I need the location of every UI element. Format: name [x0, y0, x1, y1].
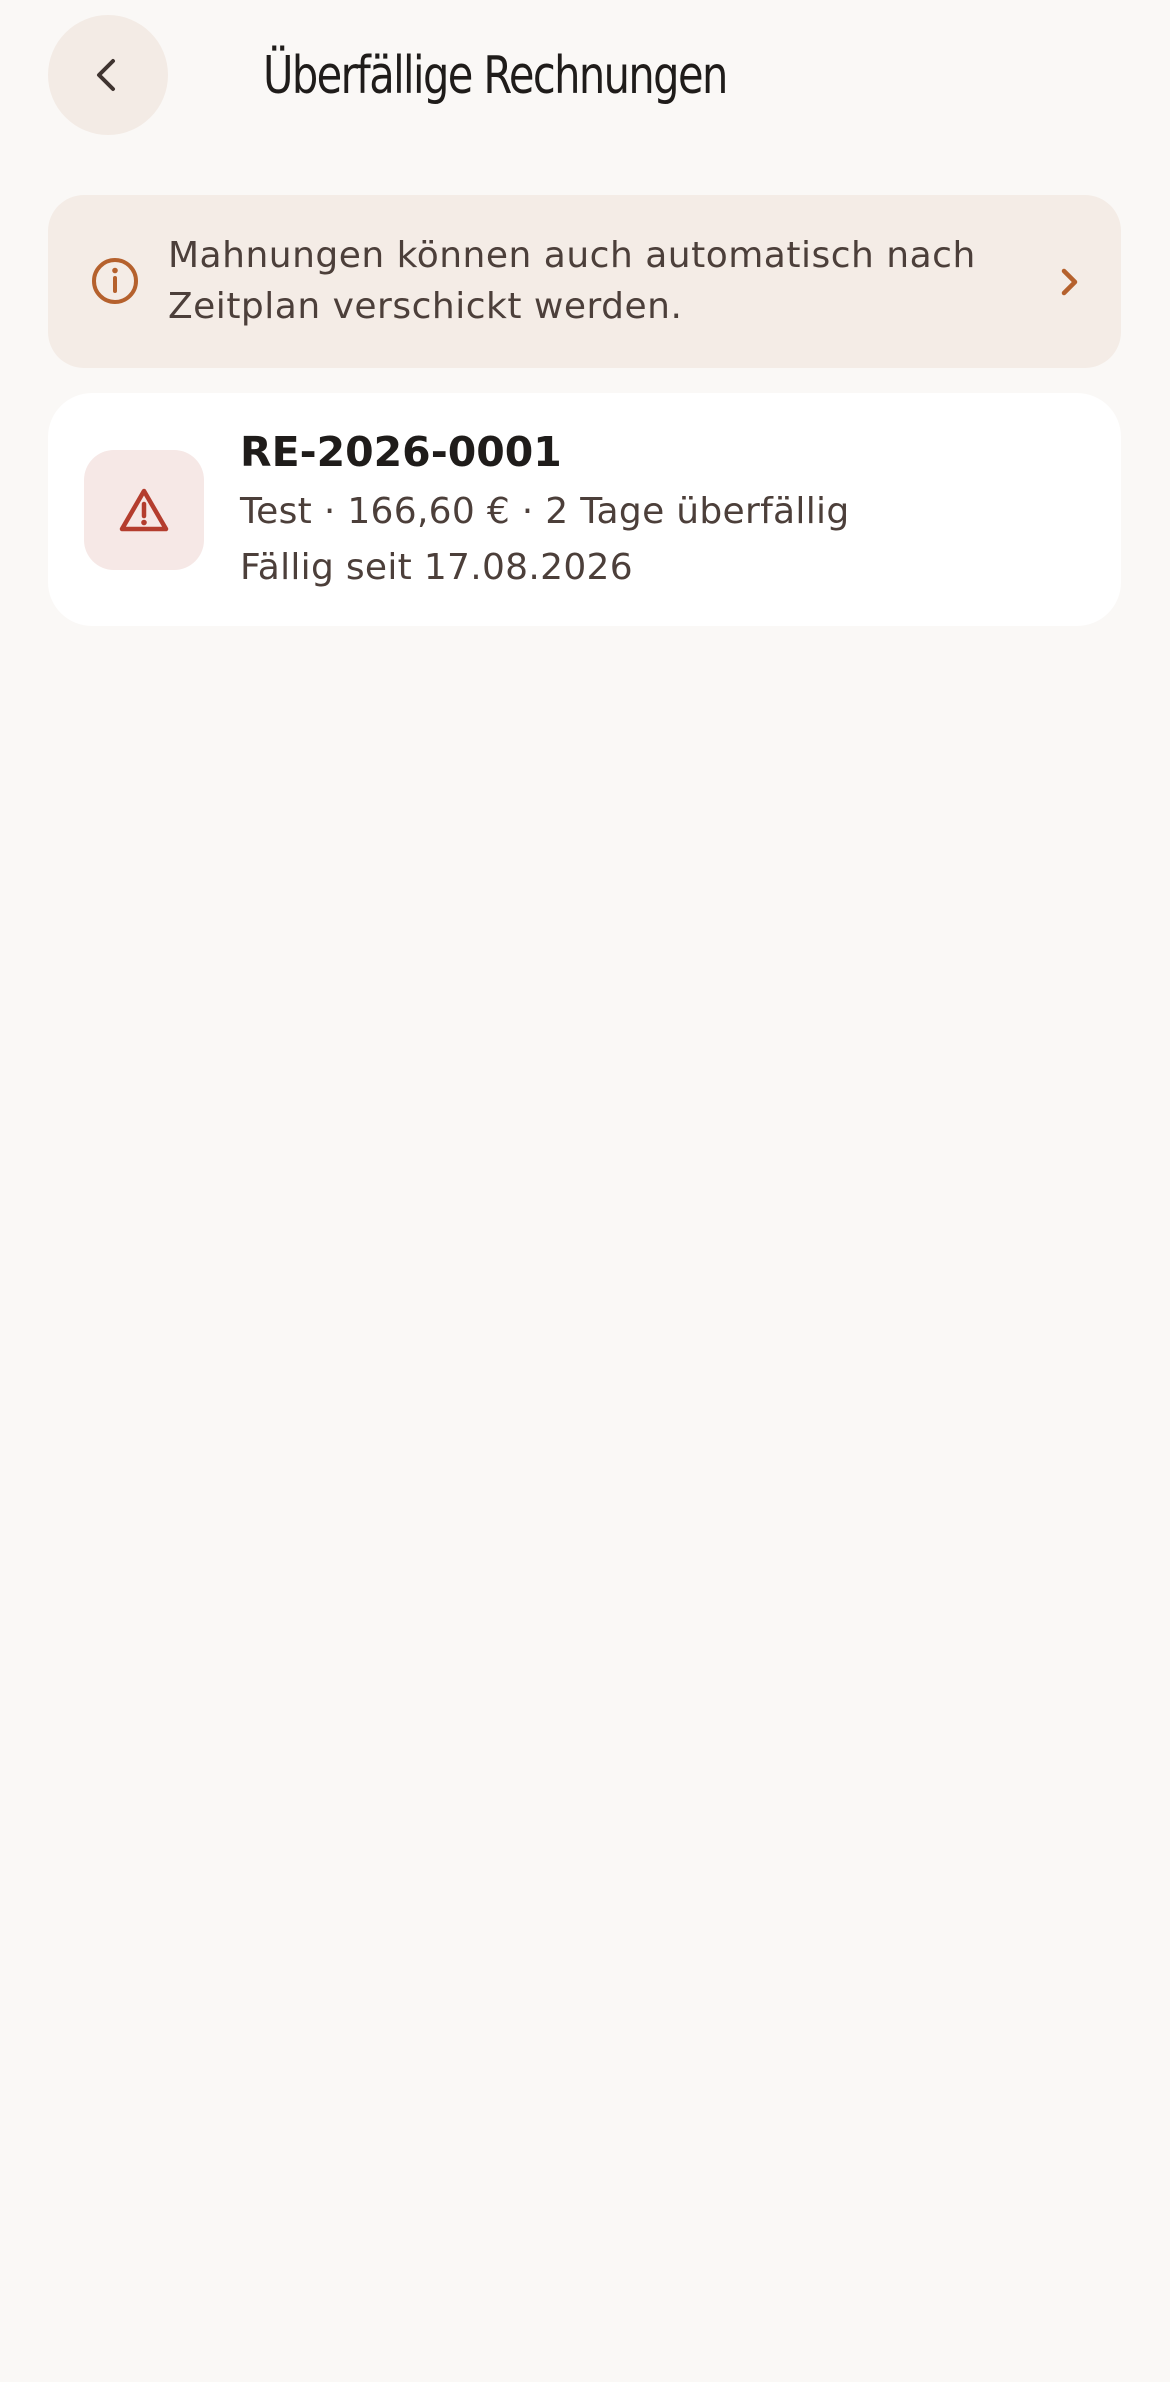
invoice-customer: Test [240, 491, 313, 532]
warning-badge [84, 450, 204, 570]
page-title: Überfällige Rechnungen [263, 46, 728, 106]
auto-reminder-info-banner[interactable]: Mahnungen können auch automatisch nach Z… [48, 195, 1121, 368]
invoice-due-date: Fällig seit 17.08.2026 [240, 547, 633, 588]
invoice-summary: Test · 166,60 € · 2 Tage überfällig [240, 487, 849, 537]
overdue-invoice-card[interactable]: RE-2026-0001 Test · 166,60 € · 2 Tage üb… [48, 393, 1121, 626]
invoice-amount: 166,60 € [347, 491, 511, 532]
info-banner-text: Mahnungen können auch automatisch nach Z… [168, 230, 1028, 332]
back-button[interactable] [48, 15, 168, 135]
header: Überfällige Rechnungen [0, 0, 1170, 150]
info-banner-text-line1: Mahnungen können auch automatisch nach [168, 235, 976, 276]
info-banner-text-line2: Zeitplan verschickt werden. [168, 286, 683, 327]
invoice-overdue-days: 2 Tage überfällig [545, 491, 850, 532]
separator: · [312, 491, 348, 532]
info-icon [92, 258, 138, 304]
separator: · [510, 491, 546, 532]
warning-icon [119, 488, 169, 532]
invoice-number: RE-2026-0001 [240, 428, 562, 476]
chevron-left-icon [97, 59, 115, 91]
chevron-right-icon [1061, 268, 1078, 296]
